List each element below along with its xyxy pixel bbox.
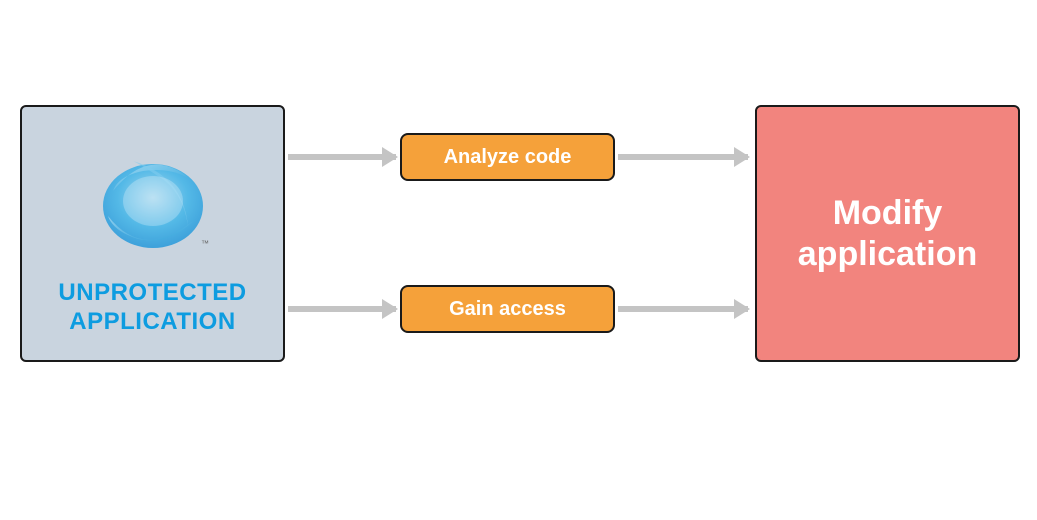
flow-arrow (618, 150, 748, 164)
flow-arrow (288, 150, 396, 164)
step-gain-access: Gain access (400, 285, 615, 333)
source-unprotected-app: ™ UNPROTECTED APPLICATION (20, 105, 285, 362)
step-label: Gain access (449, 298, 566, 321)
step-analyze-code: Analyze code (400, 133, 615, 181)
threat-flow-diagram: ™ UNPROTECTED APPLICATION Analyze code G… (20, 105, 1020, 385)
flow-arrow (288, 302, 396, 316)
source-label: UNPROTECTED APPLICATION (37, 279, 268, 337)
target-modify-application: Modify application (755, 105, 1020, 362)
svg-text:™: ™ (201, 239, 209, 248)
silverlight-logo-icon: ™ (83, 131, 223, 271)
step-label: Analyze code (444, 146, 572, 169)
flow-arrow (618, 302, 748, 316)
target-label: Modify application (777, 193, 998, 275)
